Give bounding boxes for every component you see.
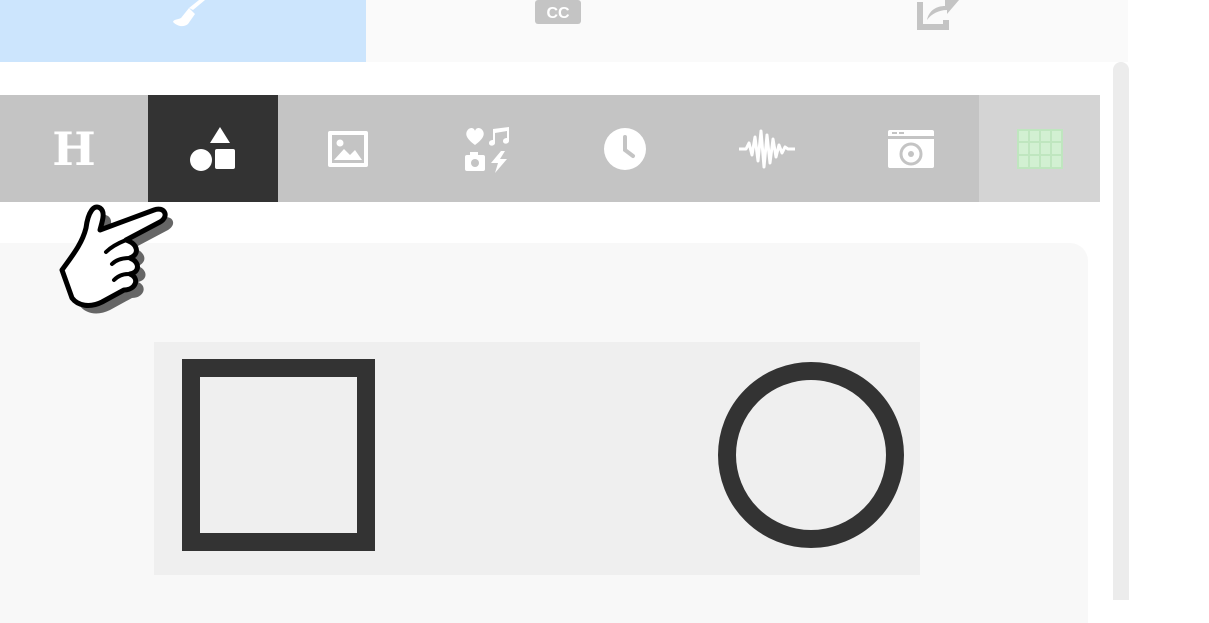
image-icon — [328, 130, 368, 167]
clock-icon — [604, 127, 646, 170]
tool-tab-bar: H — [0, 95, 1100, 202]
media-icon — [465, 126, 509, 173]
top-tab-strip: CC — [0, 0, 1128, 62]
tab-heading[interactable]: H — [0, 95, 148, 202]
tab-export[interactable] — [750, 0, 1128, 62]
circle-shape[interactable] — [718, 362, 904, 548]
tab-image[interactable] — [278, 95, 418, 202]
hand-pointer-icon — [59, 204, 174, 314]
shapes-icon — [190, 126, 235, 171]
heading-icon: H — [52, 121, 96, 176]
scrollbar-thumb[interactable] — [1113, 62, 1129, 600]
tab-media[interactable] — [418, 95, 558, 202]
square-shape[interactable] — [182, 359, 375, 551]
tab-grid[interactable] — [979, 95, 1100, 202]
tab-camera[interactable] — [842, 95, 979, 202]
camera-icon — [887, 129, 934, 168]
cc-icon: CC — [535, 0, 581, 24]
audio-wave-icon — [739, 129, 795, 168]
tab-clock[interactable] — [558, 95, 692, 202]
tab-design[interactable] — [0, 0, 366, 62]
tab-captions[interactable]: CC — [366, 0, 750, 62]
grid-icon — [1016, 128, 1063, 169]
svg-text:CC: CC — [546, 5, 570, 22]
tab-audio[interactable] — [692, 95, 842, 202]
paintbrush-icon — [173, 0, 205, 27]
share-icon — [917, 0, 959, 30]
tab-shapes[interactable] — [148, 95, 278, 202]
